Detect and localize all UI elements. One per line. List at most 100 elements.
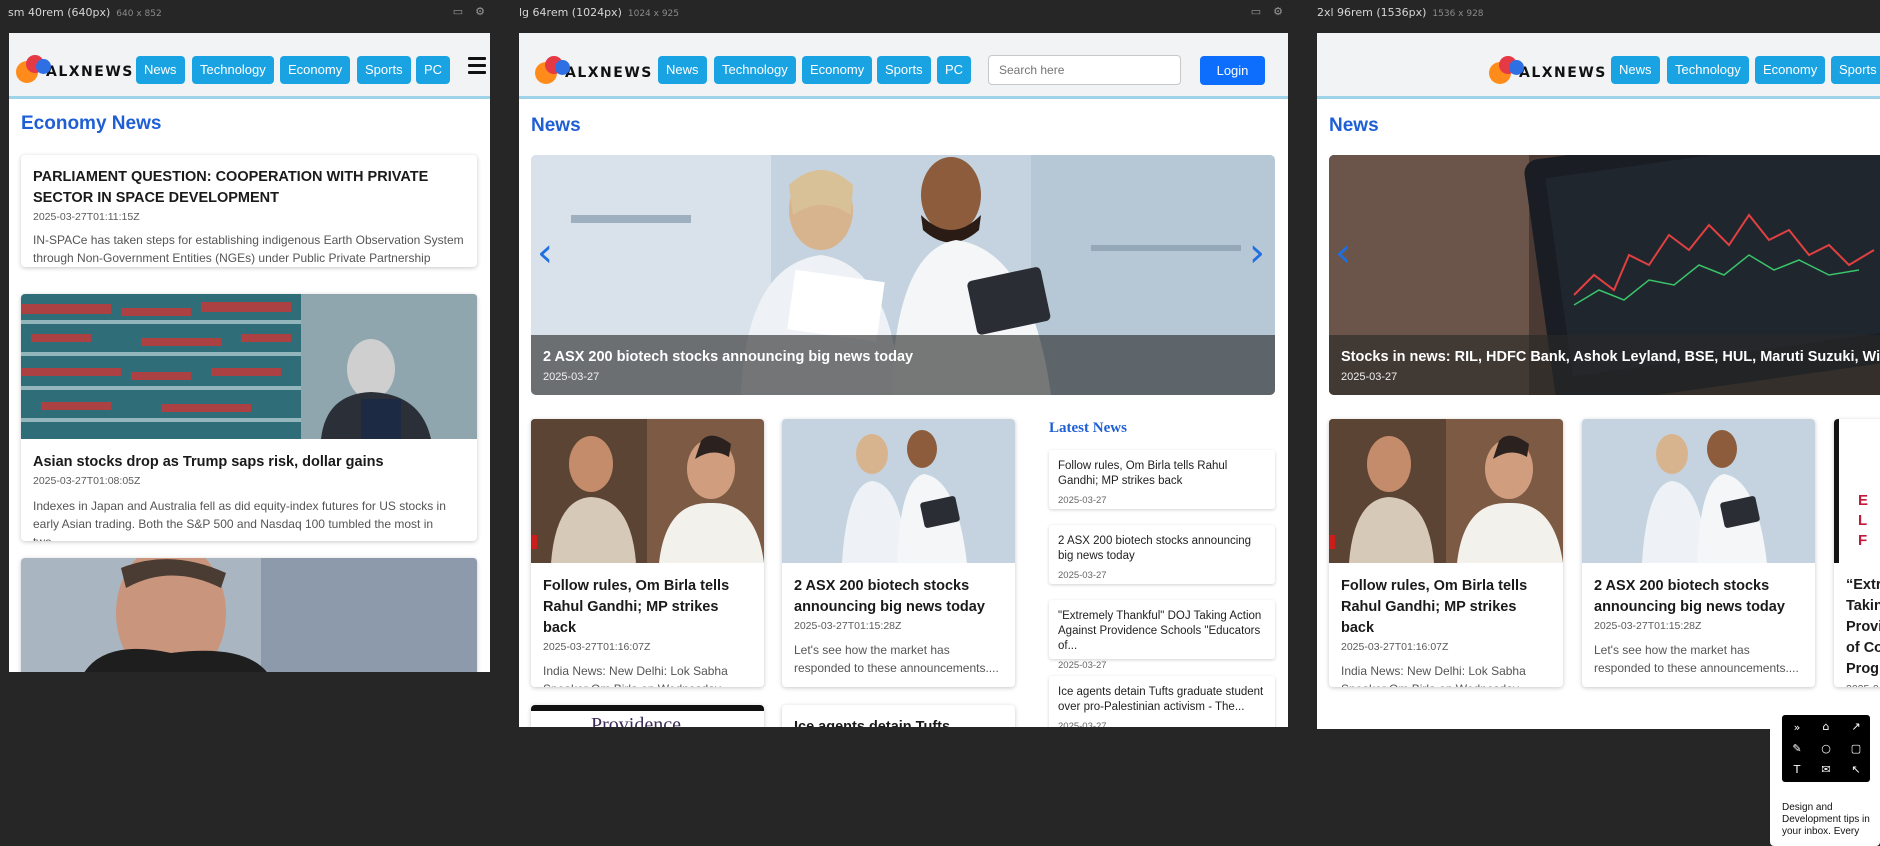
hero-date: 2025-03-27 [1341, 371, 1398, 383]
nav-economy[interactable]: Economy [802, 56, 873, 84]
nav-news[interactable]: News [1611, 56, 1660, 84]
home-icon[interactable]: ⌂ [1819, 720, 1833, 733]
news-card[interactable]: Follow rules, Om Birla tells Rahul Gandh… [531, 419, 764, 687]
hero-title[interactable]: Stocks in news: RIL, HDFC Bank, Ashok Le… [1341, 349, 1880, 365]
card-image[interactable]: ELF [1834, 419, 1880, 563]
login-button[interactable]: Login [1200, 56, 1265, 85]
latest-item-title[interactable]: Ice agents detain Tufts graduate student… [1058, 685, 1266, 715]
card-title[interactable]: “ExtrTakinProviof CoProgr [1846, 575, 1880, 680]
menu-icon[interactable] [468, 57, 486, 75]
nav-news[interactable]: News [658, 56, 707, 84]
card-date: 2025-03-27T01:08:05Z [33, 475, 141, 487]
card-desc: India News: New Delhi: Lok Sabha Speaker… [1341, 664, 1528, 687]
cursor-icon[interactable]: ↗ [1849, 720, 1863, 733]
latest-item-title[interactable]: "Extremely Thankful" DOJ Taking Action A… [1058, 609, 1266, 654]
latest-item-date: 2025-03-27 [1058, 721, 1107, 727]
card-desc: IN-SPACe has taken steps for establishin… [33, 233, 464, 265]
card-title[interactable]: 2 ASX 200 biotech stocks announcing big … [1594, 576, 1805, 618]
card-date: 2025-03-27T01:15:28Z [794, 620, 902, 632]
navbar: ALXNEWS News Technology Economy Sports P… [519, 33, 1288, 99]
card-date: 2025-03-27T01:11:15Z [33, 211, 140, 223]
brand-logo[interactable]: ALXNEWS [14, 53, 134, 83]
card-image[interactable] [21, 294, 477, 439]
frame-lg: ALXNEWS News Technology Economy Sports P… [519, 33, 1288, 727]
hero-date: 2025-03-27 [543, 371, 600, 383]
frame-screenshot-icon[interactable]: ▭ [1250, 7, 1262, 18]
nav-sports[interactable]: Sports [1831, 56, 1880, 84]
news-card[interactable]: Providence [531, 705, 764, 727]
latest-item[interactable]: "Extremely Thankful" DOJ Taking Action A… [1049, 600, 1275, 671]
latest-item-date: 2025-03-27 [1058, 570, 1107, 581]
newsletter-widget[interactable]: » ⌂ ↗ ✎ ○ ▢ T ✉ ↖ Design and Development… [1770, 701, 1880, 846]
hero-carousel[interactable]: ‹ › 2 ASX 200 biotech stocks announcing … [531, 155, 1275, 395]
card-title[interactable]: 2 ASX 200 biotech stocks announcing big … [794, 576, 1005, 618]
arrow-icon[interactable]: ↖ [1849, 763, 1863, 776]
card-title[interactable]: Ice agents detain Tufts graduate [794, 717, 1003, 727]
news-card[interactable]: Follow rules, Om Birla tells Rahul Gandh… [1329, 419, 1563, 687]
card-desc: Let's see how the market has responded t… [1594, 643, 1799, 675]
latest-item-title[interactable]: 2 ASX 200 biotech stocks announcing big … [1058, 534, 1266, 564]
frame-label-lg: lg 64rem (1024px) 1024 x 925 [519, 6, 680, 19]
hero-title[interactable]: 2 ASX 200 biotech stocks announcing big … [543, 349, 1263, 365]
card-date: 2025-03-27T01:16:07Z [543, 641, 651, 653]
expand-icon[interactable]: » [1790, 721, 1804, 734]
frame-2xl: ALXNEWS News Technology Economy Sports N… [1317, 33, 1880, 729]
latest-item[interactable]: Ice agents detain Tufts graduate student… [1049, 676, 1275, 727]
frame-screenshot-icon[interactable]: ▭ [452, 7, 464, 18]
latest-item[interactable]: Follow rules, Om Birla tells Rahul Gandh… [1049, 450, 1275, 509]
latest-item-title[interactable]: Follow rules, Om Birla tells Rahul Gandh… [1058, 459, 1266, 489]
brand-logo[interactable]: ALXNEWS [533, 54, 653, 84]
news-card[interactable]: Ice agents detain Tufts graduate [782, 705, 1015, 727]
latest-news-title: Latest News [1049, 420, 1127, 436]
brush-icon[interactable]: ✎ [1790, 742, 1804, 755]
card-title[interactable]: Follow rules, Om Birla tells Rahul Gandh… [543, 576, 754, 639]
carousel-prev-icon[interactable]: ‹ [1335, 233, 1351, 273]
carousel-next-icon[interactable]: › [1249, 233, 1265, 273]
nav-technology[interactable]: Technology [1667, 56, 1749, 84]
card-date: 2025-03-27T01:16:07Z [1341, 641, 1449, 653]
nav-economy[interactable]: Economy [280, 56, 351, 84]
frame-label-sm: sm 40rem (640px) 640 x 852 [8, 6, 162, 19]
lasso-icon[interactable]: ○ [1819, 742, 1833, 755]
hero-caption: 2 ASX 200 biotech stocks announcing big … [531, 335, 1275, 395]
card-image[interactable] [1329, 419, 1563, 563]
news-card[interactable]: 2 ASX 200 biotech stocks announcing big … [782, 419, 1015, 687]
card-title[interactable]: PARLIAMENT QUESTION: COOPERATION WITH PR… [33, 167, 465, 209]
hero-carousel[interactable]: ‹ Stocks in news: RIL, HDFC Bank, Ashok … [1329, 155, 1880, 395]
nav-economy[interactable]: Economy [1755, 56, 1826, 84]
card-date: 2025-03-27T01:15:28Z [1594, 620, 1702, 632]
latest-item[interactable]: 2 ASX 200 biotech stocks announcing big … [1049, 525, 1275, 584]
card-image[interactable] [531, 419, 764, 563]
hero-caption: Stocks in news: RIL, HDFC Bank, Ashok Le… [1329, 335, 1880, 395]
card-title[interactable]: Asian stocks drop as Trump saps risk, do… [33, 452, 465, 473]
nav-pc[interactable]: PC [937, 56, 972, 84]
carousel-prev-icon[interactable]: ‹ [537, 233, 553, 273]
news-card[interactable] [21, 558, 477, 672]
document-icon[interactable]: ▢ [1849, 742, 1863, 755]
card-image[interactable] [782, 419, 1015, 563]
section-title: News [1329, 115, 1379, 136]
nav-technology[interactable]: Technology [192, 56, 274, 84]
navbar: ALXNEWS News Technology Economy Sports P… [9, 33, 490, 99]
frame-settings-icon[interactable]: ⚙ [474, 7, 486, 18]
frame-settings-icon[interactable]: ⚙ [1272, 7, 1284, 18]
card-image[interactable] [21, 558, 477, 672]
nav-news[interactable]: News [136, 56, 185, 84]
card-image[interactable]: Providence [531, 705, 764, 727]
news-card[interactable]: Asian stocks drop as Trump saps risk, do… [21, 294, 477, 541]
brand-logo[interactable]: ALXNEWS [1487, 54, 1607, 84]
text-icon[interactable]: T [1790, 763, 1804, 776]
envelope-icon[interactable]: ✉ [1819, 763, 1833, 776]
search-input[interactable] [988, 55, 1181, 85]
nav-technology[interactable]: Technology [714, 56, 796, 84]
nav-pc[interactable]: PC [416, 56, 451, 84]
news-card[interactable]: ELF “ExtrTakinProviof CoProgr 2025-0 [1834, 419, 1880, 687]
card-title[interactable]: Follow rules, Om Birla tells Rahul Gandh… [1341, 576, 1553, 639]
nav-sports[interactable]: Sports [877, 56, 931, 84]
nav-sports[interactable]: Sports [357, 56, 411, 84]
card-date: 2025-0 [1846, 683, 1879, 687]
card-image[interactable] [1582, 419, 1815, 563]
news-card[interactable]: PARLIAMENT QUESTION: COOPERATION WITH PR… [21, 155, 477, 267]
card-desc: India News: New Delhi: Lok Sabha Speaker… [543, 664, 730, 687]
news-card[interactable]: 2 ASX 200 biotech stocks announcing big … [1582, 419, 1815, 687]
